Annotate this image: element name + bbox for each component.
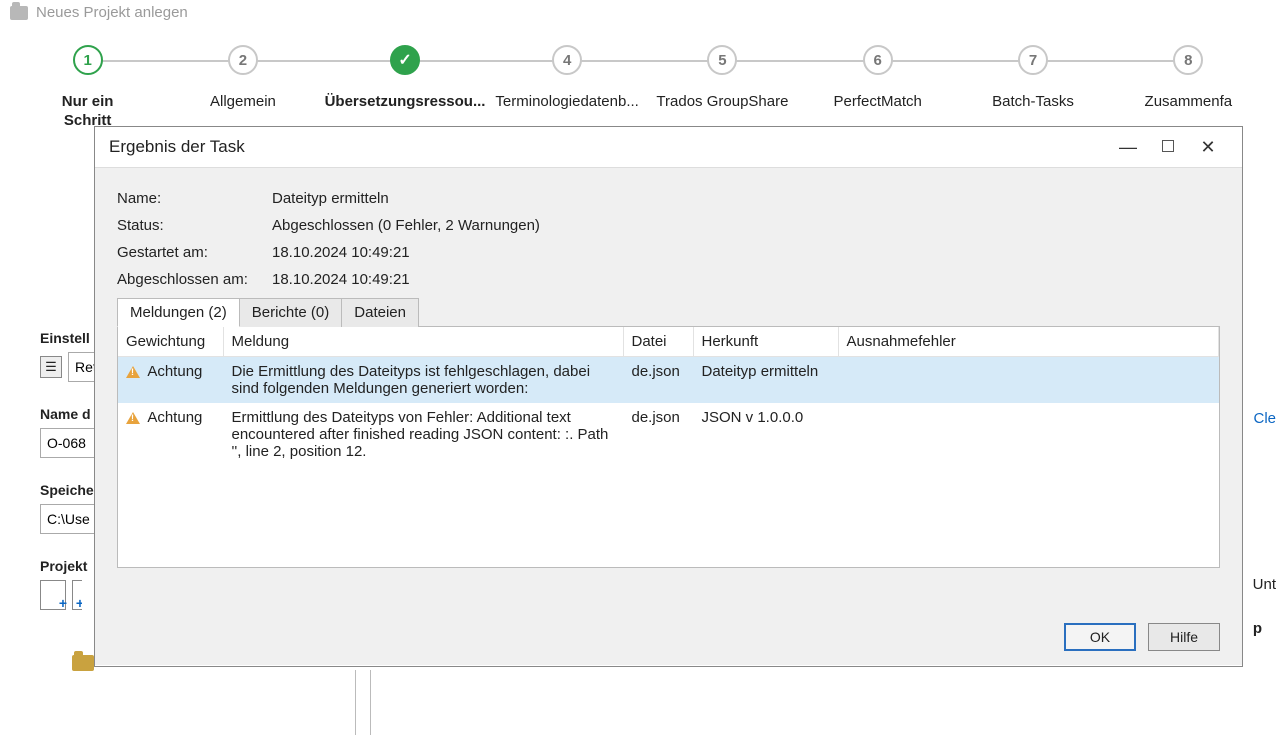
- side-links: Cle: [1253, 410, 1276, 435]
- col-weight[interactable]: Gewichtung: [118, 327, 223, 357]
- warning-icon: [126, 366, 140, 378]
- folder-row: [72, 655, 94, 671]
- step-label: Übersetzungsressou...: [321, 93, 490, 112]
- col-file[interactable]: Datei: [623, 327, 693, 357]
- ok-button[interactable]: OK: [1064, 623, 1136, 651]
- prop-end-label: Abgeschlossen am:: [117, 271, 272, 288]
- wizard-step-5[interactable]: 5 Trados GroupShare: [645, 45, 800, 112]
- wizard-steps: 1 Nur ein Schritt 2 Allgemein 3 Übersetzungsr…: [0, 25, 1276, 141]
- col-origin[interactable]: Herkunft: [693, 327, 838, 357]
- cell-origin: Dateityp ermitteln: [693, 357, 838, 404]
- window-titlebar: Neues Projekt anlegen: [0, 0, 1276, 25]
- wizard-step-2[interactable]: 2 Allgemein: [165, 45, 320, 112]
- step-circle: 3: [390, 45, 420, 75]
- divider: [355, 670, 356, 735]
- step-circle: 7: [1018, 45, 1048, 75]
- cell-file: de.json: [623, 403, 693, 466]
- step-circle: 6: [863, 45, 893, 75]
- app-icon: [10, 6, 28, 20]
- cell-file: de.json: [623, 357, 693, 404]
- p-label: p: [1253, 620, 1262, 637]
- storage-input[interactable]: [40, 504, 100, 534]
- settings-icon[interactable]: ☰: [40, 356, 62, 378]
- step-circle: 5: [707, 45, 737, 75]
- prop-name-label: Name:: [117, 190, 272, 207]
- cell-exception: [838, 357, 1219, 404]
- name-input[interactable]: [40, 428, 100, 458]
- prop-status-value: Abgeschlossen (0 Fehler, 2 Warnungen): [272, 217, 540, 234]
- table-row[interactable]: AchtungDie Ermittlung des Dateityps ist …: [118, 357, 1219, 404]
- col-message[interactable]: Meldung: [223, 327, 623, 357]
- cell-exception: [838, 403, 1219, 466]
- task-properties: Name:Dateityp ermitteln Status:Abgeschlo…: [117, 190, 1220, 288]
- minimize-button[interactable]: —: [1108, 137, 1148, 158]
- wizard-step-7[interactable]: 7 Batch-Tasks: [955, 45, 1110, 112]
- dialog-title: Ergebnis der Task: [109, 137, 1108, 157]
- add-file-icon[interactable]: [40, 580, 66, 610]
- prop-name-value: Dateityp ermitteln: [272, 190, 389, 207]
- step-circle: 1: [73, 45, 103, 75]
- cell-origin: JSON v 1.0.0.0: [693, 403, 838, 466]
- step-label: PerfectMatch: [800, 93, 955, 112]
- step-label: Nur ein Schritt: [10, 93, 165, 131]
- wizard-step-6[interactable]: 6 PerfectMatch: [800, 45, 955, 112]
- step-circle: 2: [228, 45, 258, 75]
- wizard-step-4[interactable]: 4 Terminologiedatenb...: [489, 45, 644, 112]
- close-button[interactable]: ✕: [1188, 137, 1228, 158]
- step-label: Trados GroupShare: [645, 93, 800, 112]
- clear-link[interactable]: Cle: [1253, 410, 1276, 427]
- prop-end-value: 18.10.2024 10:49:21: [272, 271, 410, 288]
- col-exception[interactable]: Ausnahmefehler: [838, 327, 1219, 357]
- wizard-step-8[interactable]: 8 Zusammenfa: [1111, 45, 1266, 112]
- cell-message: Ermittlung des Dateityps von Fehler: Add…: [223, 403, 623, 466]
- tab-reports[interactable]: Berichte (0): [240, 298, 343, 327]
- cell-message: Die Ermittlung des Dateityps ist fehlges…: [223, 357, 623, 404]
- window-title: Neues Projekt anlegen: [36, 4, 188, 21]
- cell-weight: Achtung: [118, 403, 223, 466]
- prop-status-label: Status:: [117, 217, 272, 234]
- dialog-titlebar[interactable]: Ergebnis der Task — ✕: [95, 127, 1242, 167]
- messages-pane: Gewichtung Meldung Datei Herkunft Ausnah…: [117, 326, 1220, 568]
- warning-icon: [126, 412, 140, 424]
- step-label: Zusammenfa: [1111, 93, 1266, 112]
- tab-files[interactable]: Dateien: [342, 298, 419, 327]
- step-label: Allgemein: [165, 93, 320, 112]
- folder-icon[interactable]: [72, 655, 94, 671]
- dialog-buttons: OK Hilfe: [1064, 623, 1220, 651]
- task-result-dialog: Ergebnis der Task — ✕ Name:Dateityp ermi…: [94, 126, 1243, 667]
- step-label: Batch-Tasks: [955, 93, 1110, 112]
- step-circle: 8: [1173, 45, 1203, 75]
- tab-messages[interactable]: Meldungen (2): [117, 298, 240, 327]
- table-row[interactable]: AchtungErmittlung des Dateityps von Fehl…: [118, 403, 1219, 466]
- add-file-icon-2[interactable]: [72, 580, 82, 610]
- prop-start-value: 18.10.2024 10:49:21: [272, 244, 410, 261]
- prop-start-label: Gestartet am:: [117, 244, 272, 261]
- step-circle: 4: [552, 45, 582, 75]
- help-button[interactable]: Hilfe: [1148, 623, 1220, 651]
- wizard-step-1[interactable]: 1 Nur ein Schritt: [10, 45, 165, 131]
- dialog-body: Name:Dateityp ermitteln Status:Abgeschlo…: [95, 167, 1242, 665]
- step-label: Terminologiedatenb...: [489, 93, 644, 112]
- maximize-button[interactable]: [1148, 139, 1188, 155]
- wizard-step-3[interactable]: 3 Übersetzungsressou...: [321, 45, 490, 112]
- tab-bar: Meldungen (2) Berichte (0) Dateien: [117, 298, 1220, 327]
- messages-table: Gewichtung Meldung Datei Herkunft Ausnah…: [118, 327, 1219, 466]
- cell-weight: Achtung: [118, 357, 223, 404]
- divider: [370, 670, 371, 735]
- unt-label: Unt: [1253, 576, 1276, 593]
